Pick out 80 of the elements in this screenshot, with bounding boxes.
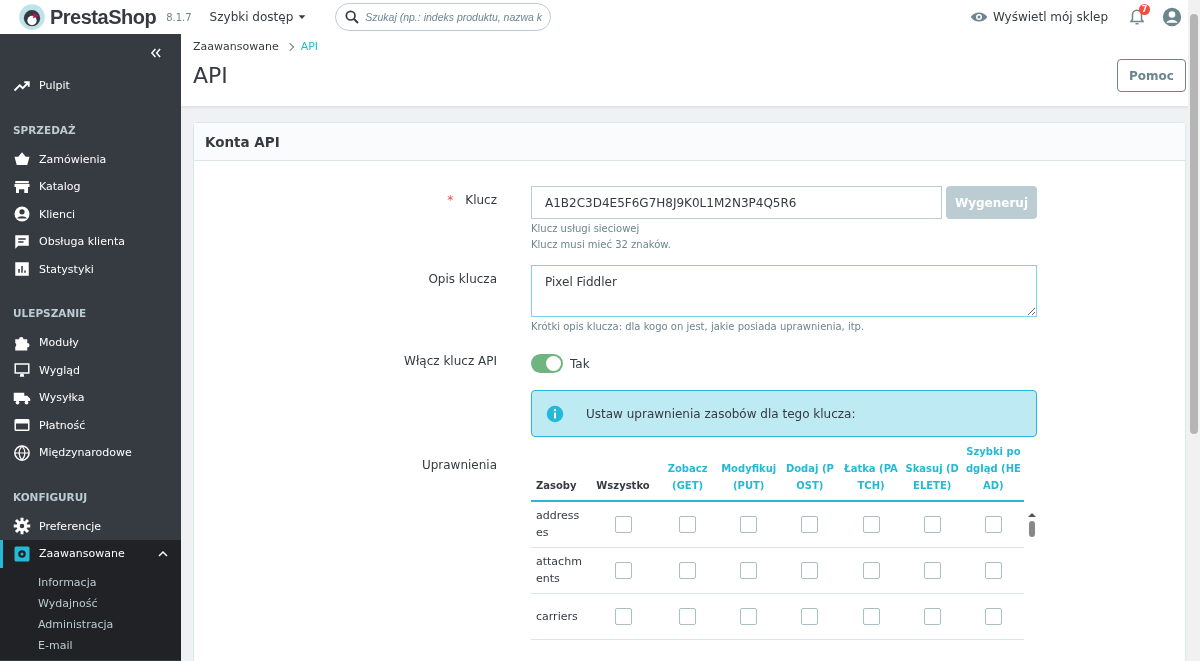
- sidebar-item[interactable]: Pulpit: [0, 72, 181, 100]
- field-label: Opis klucza: [428, 272, 497, 286]
- chat-icon: [13, 232, 31, 251]
- checkbox[interactable]: [614, 607, 632, 625]
- column-header: Wszystko: [589, 443, 657, 501]
- quick-access-dropdown[interactable]: Szybki dostęp: [209, 10, 308, 24]
- chart-icon: [13, 260, 31, 279]
- checkbox[interactable]: [801, 561, 819, 579]
- sidebar-item[interactable]: Zamówienia: [0, 145, 181, 173]
- search-icon: [344, 9, 361, 25]
- sidebar-item[interactable]: Katalog: [0, 173, 181, 201]
- sidebar-item[interactable]: Wygląd: [0, 356, 181, 384]
- section-heading: SPRZEDAŻ: [12, 122, 77, 138]
- sidebar-item[interactable]: Klienci: [0, 200, 181, 228]
- alert-text: Ustaw uprawnienia zasobów dla tego klucza:: [586, 406, 856, 421]
- toggle-switch[interactable]: [531, 354, 563, 373]
- help-button[interactable]: Pomoc: [1117, 59, 1186, 92]
- section-heading: KONFIGURUJ: [12, 489, 89, 505]
- sidebar-item[interactable]: Obsługa klienta: [0, 228, 181, 256]
- logo: PrestaShop: [50, 5, 157, 29]
- toggle-label: Tak: [570, 356, 590, 371]
- help-text: Krótki opis klucza: dla kogo on jest, jakie posiada uprawnienia, itp.: [531, 321, 866, 333]
- submenu-item[interactable]: Administracja: [0, 613, 181, 635]
- checkbox[interactable]: [614, 515, 632, 533]
- help-text: Klucz usługi sieciowej: [531, 223, 641, 235]
- sidebar-item[interactable]: Płatność: [0, 411, 181, 439]
- card-title: Konta API: [194, 123, 1185, 161]
- key-field[interactable]: A1B2C3D4E5F6G7H8J9K0L1M2N3P4Q5R6: [531, 186, 942, 219]
- checkbox[interactable]: [862, 607, 880, 625]
- monitor-icon: [13, 361, 31, 380]
- section-heading: ULEPSZANIE: [12, 306, 88, 321]
- page-title: API: [193, 63, 229, 88]
- puffin-logo-icon: [18, 3, 46, 31]
- help-text: Klucz musi mieć 32 znaków.: [531, 239, 672, 251]
- checkbox[interactable]: [740, 561, 758, 579]
- checkbox[interactable]: [862, 515, 880, 533]
- column-header: Zasoby: [531, 443, 589, 501]
- checkbox[interactable]: [923, 515, 941, 533]
- submenu-item[interactable]: Informacja: [0, 571, 181, 593]
- checkbox[interactable]: [614, 561, 632, 579]
- sidebar-item[interactable]: Preferencje: [0, 512, 181, 540]
- checkbox[interactable]: [679, 607, 697, 625]
- sidebar-item[interactable]: Wysyłka: [0, 384, 181, 412]
- sidebar-item[interactable]: Statystyki: [0, 255, 181, 283]
- account-icon: [1162, 7, 1182, 27]
- checkbox[interactable]: [740, 607, 758, 625]
- field-label: Włącz klucz API: [404, 354, 497, 368]
- checkbox[interactable]: [984, 561, 1002, 579]
- search-field[interactable]: Szukaj (np.: indeks produktu, nazwa k: [335, 3, 552, 31]
- required-mark: *: [447, 193, 454, 207]
- sidebar-item[interactable]: Zaawansowane: [0, 540, 181, 568]
- field-label: Klucz: [465, 193, 497, 207]
- info-icon: [546, 404, 564, 423]
- checkbox[interactable]: [984, 515, 1002, 533]
- view-shop-link[interactable]: Wyświetl mój sklep: [969, 8, 1108, 26]
- checkbox[interactable]: [923, 561, 941, 579]
- checkbox[interactable]: [679, 515, 697, 533]
- field-label: Uprawnienia: [421, 458, 497, 472]
- globe-icon: [13, 443, 31, 462]
- submenu-item[interactable]: Wydajność: [0, 592, 181, 614]
- breadcrumb-link[interactable]: Zaawansowane: [193, 40, 279, 53]
- table-cell: addresses: [531, 501, 589, 547]
- table-cell: attachments: [531, 547, 589, 593]
- version-text: 8.1.7: [166, 11, 192, 23]
- checkbox[interactable]: [923, 607, 941, 625]
- checkbox[interactable]: [801, 515, 819, 533]
- sidebar-item[interactable]: Moduły: [0, 329, 181, 357]
- checkbox[interactable]: [862, 561, 880, 579]
- checkbox[interactable]: [740, 515, 758, 533]
- checkbox[interactable]: [801, 607, 819, 625]
- sidebar-item[interactable]: Międzynarodowe: [0, 439, 181, 467]
- checkbox[interactable]: [984, 607, 1002, 625]
- user-icon: [13, 205, 31, 224]
- collapse-icon: [149, 46, 163, 60]
- description-field[interactable]: Pixel Fiddler: [531, 265, 1037, 317]
- submenu-item[interactable]: E-mail: [0, 634, 181, 656]
- table-cell: carriers: [531, 593, 589, 639]
- notification-badge: 7: [1139, 4, 1150, 15]
- caret-icon: [297, 12, 308, 22]
- checkbox[interactable]: [679, 561, 697, 579]
